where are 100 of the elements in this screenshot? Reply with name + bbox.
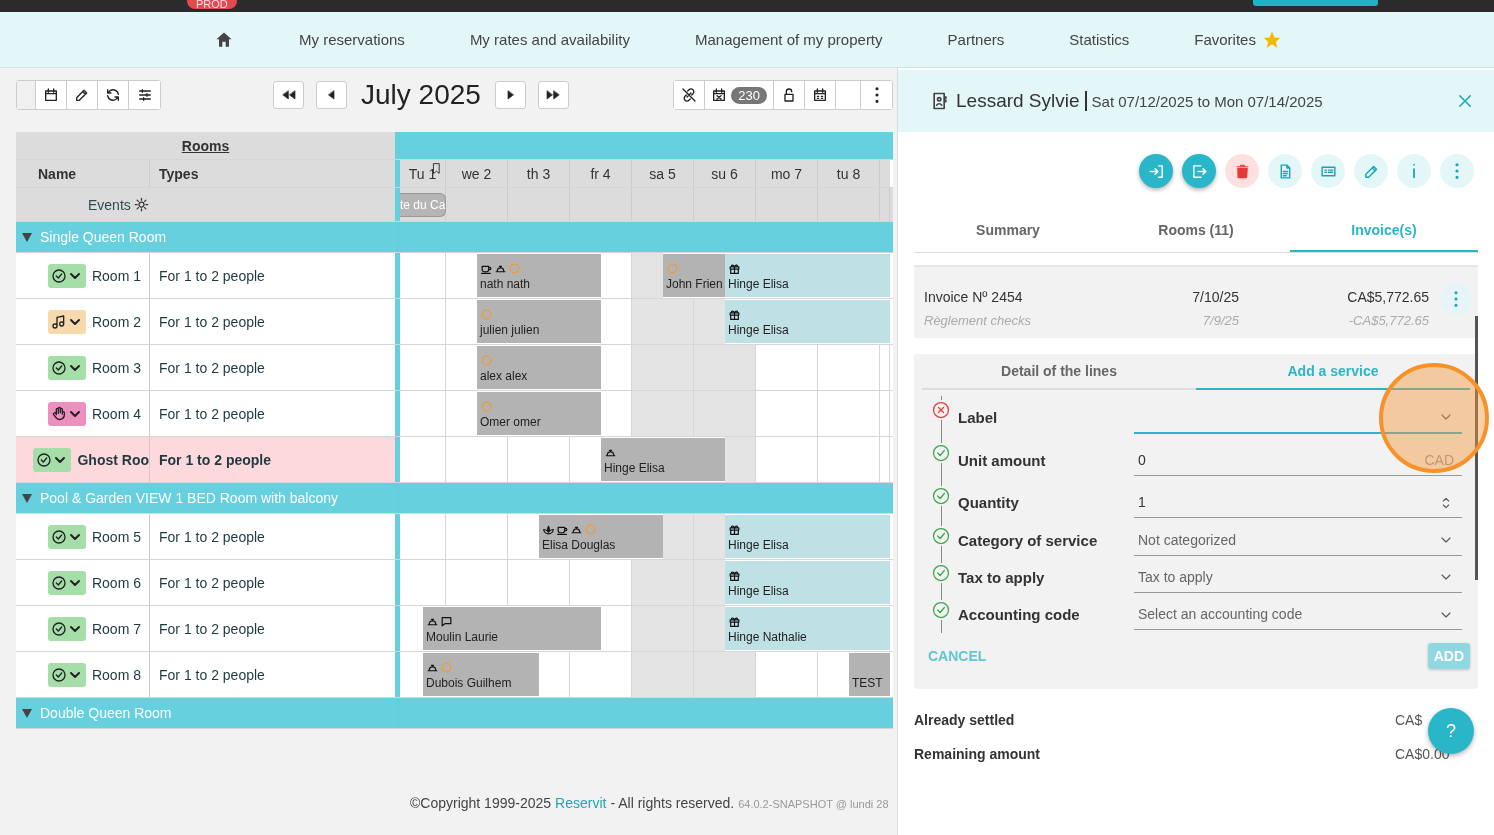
number-field[interactable]: 1 [1134,486,1462,518]
day-label: su 6 [711,165,738,182]
nav-link[interactable]: Partners [947,31,1005,48]
collapse-caret-icon[interactable] [22,708,32,718]
booking-bar[interactable]: Hinge Elisa [601,438,725,481]
booking-bar[interactable]: Dubois Guilhem [423,653,539,696]
room-status-dropdown[interactable] [47,263,86,288]
booking-bar[interactable]: TEST [849,653,890,696]
check-out-button[interactable] [1182,154,1216,188]
info-button[interactable] [1397,154,1431,188]
hand-icon [50,405,67,422]
next-month-button[interactable] [537,81,569,109]
close-button[interactable] [1456,92,1474,110]
check-in-button[interactable] [1139,154,1173,188]
nav-link[interactable]: My reservations [299,31,405,48]
payment-button[interactable] [1311,154,1345,188]
booking-bar[interactable]: Omer omer [477,392,601,435]
calendar-slot[interactable] [663,652,694,697]
guest-name: Hinge Nathalie [728,630,808,644]
guest-name: Lessard Sylvie [956,91,1087,111]
calendar-slot[interactable] [694,606,725,651]
room-status-dropdown[interactable] [47,309,86,334]
booking-bar[interactable]: Hinge Elisa [725,300,890,343]
tab[interactable]: Summary [914,210,1102,252]
scrollbar[interactable] [1475,316,1478,580]
calendar-slot[interactable] [632,253,663,298]
select-field[interactable]: Tax to apply [1134,562,1462,593]
calendar-slot[interactable] [663,514,694,559]
field-label: Unit amount [958,452,1047,469]
room-name: Room 1 [91,267,141,284]
booking-bar[interactable]: nath nath [477,254,601,297]
room-status-dropdown[interactable] [47,662,86,687]
calendar-slot[interactable] [725,345,756,390]
room-type: For 1 to 2 people [158,313,265,330]
next-button[interactable] [494,81,526,109]
calendar-slot[interactable] [632,606,663,651]
booking-bar[interactable]: alex alex [477,346,601,389]
gift-icon [728,615,741,628]
select-field[interactable]: Not categorized [1134,525,1462,556]
calendar-slot[interactable] [694,299,725,344]
collapse-caret-icon[interactable] [22,232,32,242]
select-field[interactable]: Select an accounting code [1134,599,1462,630]
calendar-slot[interactable] [632,299,663,344]
nav-link[interactable]: Management of my property [694,31,883,48]
previous-button[interactable] [316,81,347,109]
nav-link[interactable]: Statistics [1069,31,1130,48]
guest-name: Hinge Elisa [604,461,666,475]
field-label: Category of service [958,532,1099,549]
collapse-caret-icon[interactable] [22,493,32,503]
tab[interactable]: Rooms (11) [1102,210,1290,252]
calendar-slot[interactable] [663,560,694,605]
booking-bar[interactable]: Hinge Elisa [725,515,890,558]
calendar-slot[interactable] [632,345,663,390]
field-label: Accounting code [958,606,1081,623]
more-button[interactable] [1440,283,1472,315]
calendar-slot[interactable] [632,652,663,697]
more-button[interactable] [1440,154,1474,188]
document-button[interactable] [1268,154,1302,188]
calendar-slot[interactable] [663,299,694,344]
tab[interactable]: Detail of the lines [922,354,1196,390]
calendar-slot[interactable] [725,437,756,482]
more-icon [873,86,880,104]
nav-link[interactable]: My rates and availability [469,31,630,48]
calendar-slot[interactable] [663,391,694,436]
booking-bar[interactable]: Hinge Elisa [725,254,890,297]
settings-icon[interactable] [133,197,149,212]
guest-name: TEST [852,676,884,690]
booking-bar[interactable]: Hinge Elisa [725,561,890,604]
calendar-slot[interactable] [694,345,725,390]
room-status-dropdown[interactable] [33,447,72,472]
calendar-slot[interactable] [632,560,663,605]
room-name: Room 4 [91,405,141,422]
calendar-slot[interactable] [632,391,663,436]
nav-link[interactable]: Favorites [1194,29,1282,50]
booking-bar[interactable]: julien julien [477,300,601,343]
gift-icon [728,523,741,536]
calendar-slot[interactable] [725,391,756,436]
calendar-slot[interactable] [694,514,725,559]
booking-bar[interactable]: John Frien [663,254,725,297]
calendar-slot[interactable] [725,652,756,697]
room-status-dropdown[interactable] [47,616,86,641]
rooms-heading[interactable]: Rooms [181,137,230,154]
room-status-dropdown[interactable] [47,570,86,595]
room-status-dropdown[interactable] [47,355,86,380]
booking-bar[interactable]: Elisa Douglas [539,515,663,558]
room-type: For 1 to 2 people [158,267,265,284]
room-status-dropdown[interactable] [47,524,86,549]
calendar-slot[interactable] [694,391,725,436]
calendar-slot[interactable] [694,560,725,605]
previous-month-button[interactable] [273,81,304,109]
trash-icon [1233,162,1251,180]
payment-label: Règlement checks [924,313,1032,328]
room-type: For 1 to 2 people [158,620,265,637]
guest-name: Hinge Elisa [728,538,790,552]
booking-bar[interactable]: Moulin Laurie [423,607,601,650]
room-status-dropdown[interactable] [47,401,86,426]
booking-bar[interactable]: Hinge Nathalie [725,607,890,650]
calendar-slot[interactable] [694,652,725,697]
delete-button[interactable] [1225,154,1259,188]
unlink-button[interactable] [674,81,706,109]
